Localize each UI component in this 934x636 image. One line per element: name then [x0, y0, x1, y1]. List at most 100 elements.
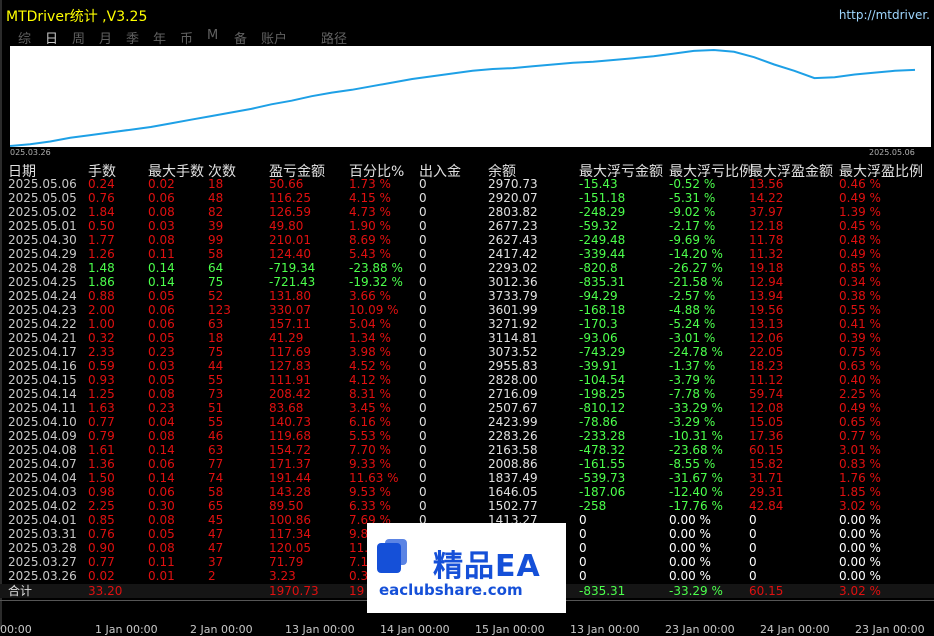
cell-count: 74: [208, 471, 224, 485]
cell-pnl: 127.83: [269, 359, 311, 373]
table-row[interactable]: 2025.04.11 1.63 0.23 51 83.68 3.45 % 0 2507.67 -…: [0, 401, 934, 415]
cell-mfp: 0: [749, 541, 757, 555]
cell-mfl: -743.29: [579, 345, 626, 359]
table-row[interactable]: 2025.04.04 1.50 0.14 74 191.44 11.63 % 0 1837.4…: [0, 471, 934, 485]
cell-mfpp: 3.01 %: [839, 443, 881, 457]
cell-mfp: 17.36: [749, 429, 784, 443]
table-row[interactable]: 2025.04.14 1.25 0.08 73 208.42 8.31 % 0 2716.09…: [0, 387, 934, 401]
table-row[interactable]: 2025.04.29 1.26 0.11 58 124.40 5.43 % 0 2417.42…: [0, 247, 934, 261]
table-row[interactable]: 2025.05.06 0.24 0.02 18 50.66 1.73 % 0 2970.73 -…: [0, 177, 934, 191]
table-row[interactable]: 2025.04.15 0.93 0.05 55 111.91 4.12 % 0 2828.00…: [0, 373, 934, 387]
table-row[interactable]: 2025.04.16 0.59 0.03 44 127.83 4.52 % 0 2955.83…: [0, 359, 934, 373]
table-row[interactable]: 2025.05.05 0.76 0.06 48 116.25 4.15 % 0 2920.07…: [0, 191, 934, 205]
cell-mfl: -104.54: [579, 373, 626, 387]
cell-mflp: -24.78 %: [669, 345, 723, 359]
cell-mfl: -810.12: [579, 401, 626, 415]
cell-pnl: 140.73: [269, 415, 311, 429]
table-row[interactable]: 2025.04.21 0.32 0.05 18 41.29 1.34 % 0 3114.81 -…: [0, 331, 934, 345]
cell-lots: 0.88: [88, 289, 115, 303]
table-row[interactable]: 2025.04.03 0.98 0.06 58 143.28 9.53 % 0 1646.05…: [0, 485, 934, 499]
cell-lots: 0.76: [88, 191, 115, 205]
table-row[interactable]: 2025.04.25 1.86 0.14 75 -721.43 -19.32 % 0 3012…: [0, 275, 934, 289]
table-row[interactable]: 2025.04.22 1.00 0.06 63 157.11 5.04 % 0 3271.92…: [0, 317, 934, 331]
cell-mflp: 0.00 %: [669, 569, 711, 583]
website-url[interactable]: http://mtdriver.: [839, 8, 930, 22]
cell-bal: 2828.00: [488, 373, 538, 387]
cell-pct: 3.98 %: [349, 345, 391, 359]
cell-mfp: 19.18: [749, 261, 784, 275]
cell-pnl: 117.34: [269, 527, 311, 541]
cell-lots: 0.59: [88, 359, 115, 373]
cell-pnl: 3.23: [269, 569, 296, 583]
cell-pnl: 116.25: [269, 191, 311, 205]
table-row[interactable]: 2025.04.23 2.00 0.06 123 330.07 10.09 % 0 3601.…: [0, 303, 934, 317]
tab-1[interactable]: 日: [45, 28, 70, 47]
table-row[interactable]: 2025.05.02 1.84 0.08 82 126.59 4.73 % 0 2803.82…: [0, 205, 934, 219]
tab-10[interactable]: 路径: [321, 28, 361, 47]
cell-bal: 2417.42: [488, 247, 538, 261]
tab-2[interactable]: 周: [72, 28, 97, 47]
cell-pct: 4.73 %: [349, 205, 391, 219]
cell-mfpp: 0.55 %: [839, 303, 881, 317]
tab-7[interactable]: M: [207, 28, 232, 47]
tab-0[interactable]: 综: [18, 28, 43, 47]
cell-count: 46: [208, 429, 224, 443]
table-row[interactable]: 2025.04.08 1.61 0.14 63 154.72 7.70 % 0 2163.58…: [0, 443, 934, 457]
cell-date: 2025.04.30: [8, 233, 77, 247]
table-row[interactable]: 2025.05.01 0.50 0.03 39 49.80 1.90 % 0 2677.23 -…: [0, 219, 934, 233]
cell-maxlot: 0.11: [148, 247, 175, 261]
cell-mflp: 0.00 %: [669, 527, 711, 541]
cell-mfl: 0: [579, 541, 587, 555]
cell-maxlot: 0.08: [148, 233, 175, 247]
cell-mfpp: 0.41 %: [839, 317, 881, 331]
table-row[interactable]: 2025.04.30 1.77 0.08 99 210.01 8.69 % 0 2627.43…: [0, 233, 934, 247]
cell-dep: 0: [419, 387, 427, 401]
tab-6[interactable]: 币: [180, 28, 205, 47]
cell-count: 18: [208, 331, 224, 345]
axis-tick-label: 00:00: [0, 623, 32, 636]
tab-3[interactable]: 月: [99, 28, 124, 47]
cell-count: 73: [208, 387, 224, 401]
table-row[interactable]: 2025.04.10 0.77 0.04 55 140.73 6.16 % 0 2423.99…: [0, 415, 934, 429]
cell-lots: 0.02: [88, 569, 115, 583]
cell-bal: 3733.79: [488, 289, 538, 303]
cell-dep: 0: [419, 401, 427, 415]
table-row[interactable]: 2025.04.09 0.79 0.08 46 119.68 5.53 % 0 2283.26…: [0, 429, 934, 443]
cell-maxlot: 0.01: [148, 569, 175, 583]
cell-date: 2025.04.03: [8, 485, 77, 499]
cell-mfl: -78.86: [579, 415, 618, 429]
cell-bal: 1646.05: [488, 485, 538, 499]
cell-mflp: -9.02 %: [669, 205, 716, 219]
cell-count: 48: [208, 191, 224, 205]
table-row[interactable]: 2025.04.02 2.25 0.30 65 89.50 6.33 % 0 1502.77 -…: [0, 499, 934, 513]
cell-pct: 6.33 %: [349, 499, 391, 513]
summary-max-float-loss: -835.31: [579, 584, 626, 598]
cell-pct: 7.70 %: [349, 443, 391, 457]
table-row[interactable]: 2025.04.28 1.48 0.14 64 -719.34 -23.88 % 0 2293…: [0, 261, 934, 275]
cell-dep: 0: [419, 457, 427, 471]
table-row[interactable]: 2025.04.07 1.36 0.06 77 171.37 9.33 % 0 2008.86…: [0, 457, 934, 471]
cell-mfpp: 0.83 %: [839, 457, 881, 471]
cell-pnl: 208.42: [269, 387, 311, 401]
cell-pnl: 49.80: [269, 219, 304, 233]
cell-maxlot: 0.11: [148, 555, 175, 569]
cell-mflp: -3.01 %: [669, 331, 716, 345]
cell-mfp: 13.56: [749, 177, 784, 191]
table-row[interactable]: 2025.04.24 0.88 0.05 52 131.80 3.66 % 0 3733.79…: [0, 289, 934, 303]
cell-pct: 1.90 %: [349, 219, 391, 233]
cell-pnl: -719.34: [269, 261, 316, 275]
cell-mfp: 18.23: [749, 359, 784, 373]
tab-5[interactable]: 年: [153, 28, 178, 47]
cell-maxlot: 0.08: [148, 205, 175, 219]
cell-pct: -19.32 %: [349, 275, 403, 289]
axis-tick-label: 1 Jan 00:00: [95, 623, 158, 636]
summary-max-float-profit-pct: 3.02 %: [839, 584, 881, 598]
table-row[interactable]: 2025.04.17 2.33 0.23 75 117.69 3.98 % 0 3073.52…: [0, 345, 934, 359]
tab-8[interactable]: 备: [234, 28, 259, 47]
cell-mflp: -26.27 %: [669, 261, 723, 275]
cell-dep: 0: [419, 373, 427, 387]
tab-9[interactable]: 账户: [261, 28, 291, 47]
cell-mflp: -31.67 %: [669, 471, 723, 485]
cell-maxlot: 0.05: [148, 527, 175, 541]
tab-4[interactable]: 季: [126, 28, 151, 47]
